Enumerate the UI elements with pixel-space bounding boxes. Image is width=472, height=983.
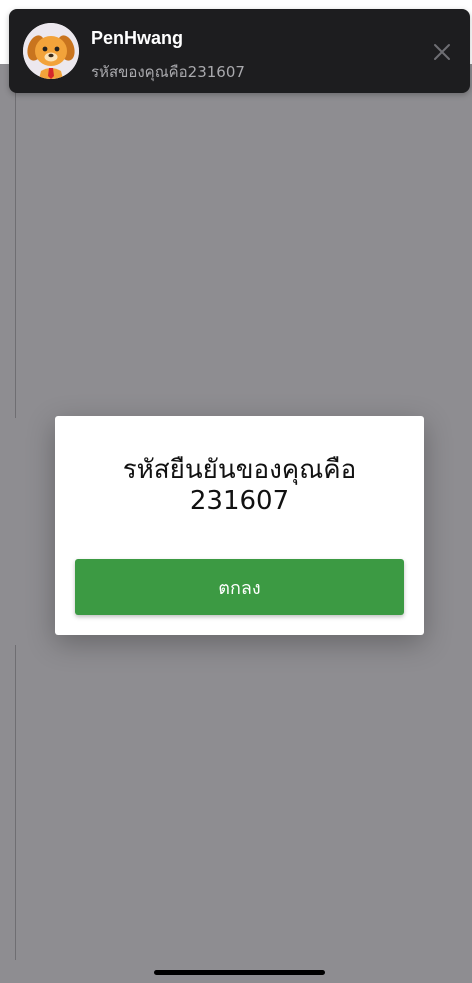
ok-button[interactable]: ตกลง: [75, 559, 404, 615]
close-icon[interactable]: [429, 39, 455, 65]
verification-code: 231607: [189, 486, 290, 516]
dialog-message: รหัสยืนยันของคุณคือ: [122, 455, 357, 485]
confirmation-dialog: รหัสยืนยันของคุณคือ 231607 ตกลง: [55, 416, 424, 635]
home-indicator: [154, 970, 325, 975]
dog-avatar-icon: [23, 23, 79, 79]
notification-banner[interactable]: PenHwang รหัสของคุณคือ231607: [9, 9, 470, 93]
background-divider: [15, 645, 16, 960]
background-divider: [15, 92, 16, 418]
notification-message: รหัสของคุณคือ231607: [91, 63, 245, 81]
notification-sender: PenHwang: [91, 28, 184, 48]
